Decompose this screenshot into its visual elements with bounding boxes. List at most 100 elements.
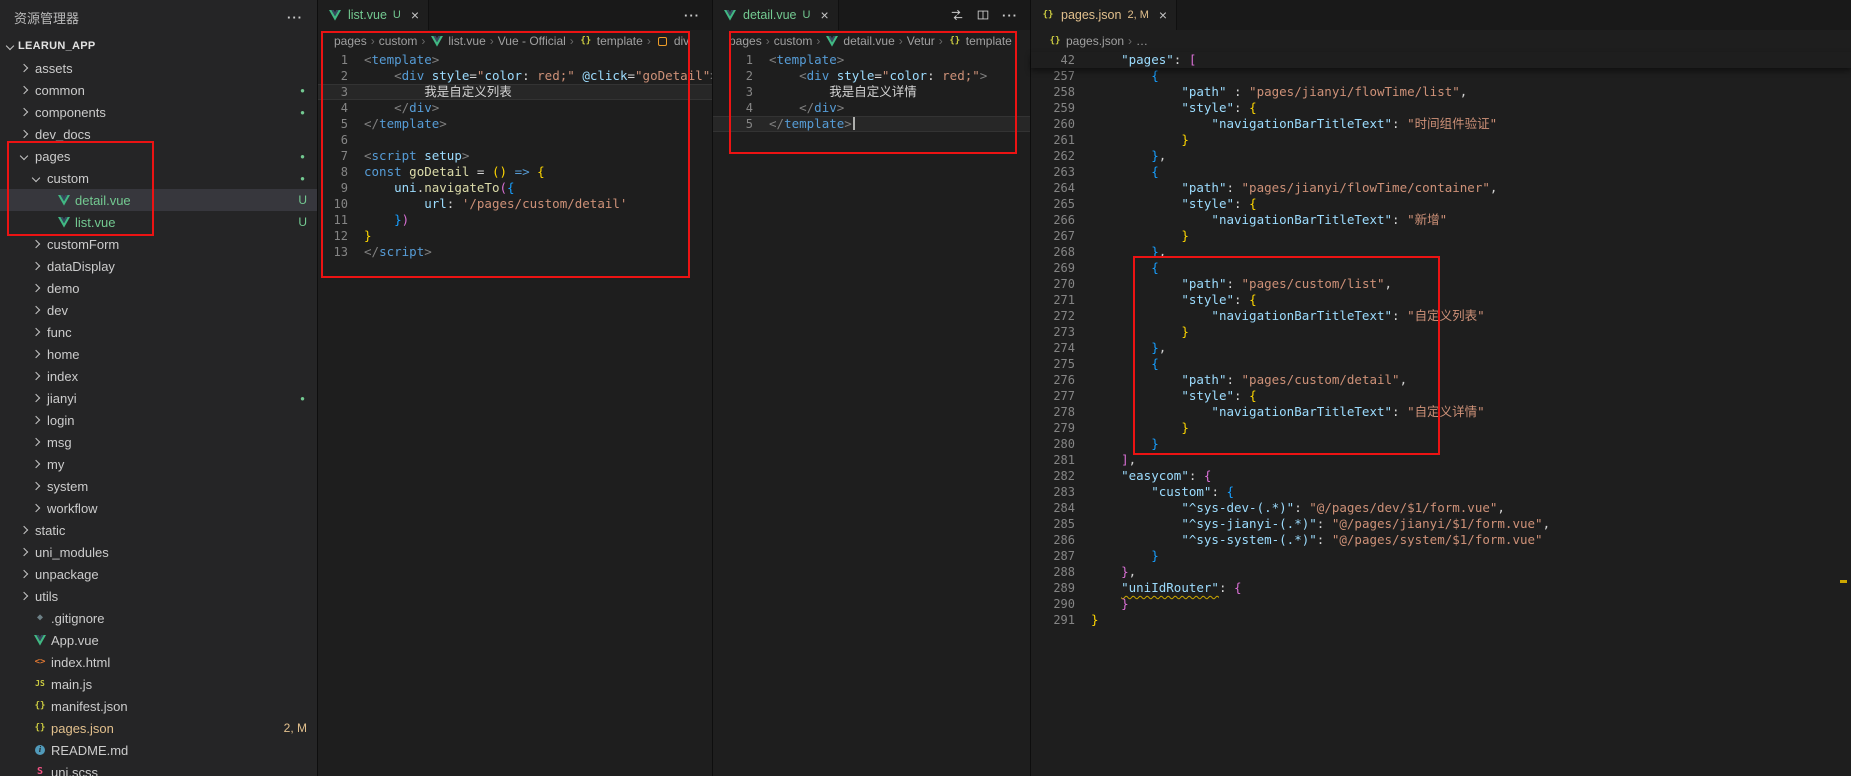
code-line-281[interactable]: 281 ],: [1031, 452, 1851, 468]
code-line-6[interactable]: 6: [318, 132, 712, 148]
code-line-261[interactable]: 261 }: [1031, 132, 1851, 148]
sticky-scroll-line[interactable]: 42 "pages": [: [1031, 52, 1851, 68]
code-line-3[interactable]: 3 我是自定义列表: [318, 84, 712, 100]
code-line-273[interactable]: 273 }: [1031, 324, 1851, 340]
tree-file-main.js[interactable]: JSmain.js: [0, 673, 317, 695]
tree-file-index.html[interactable]: <>index.html: [0, 651, 317, 673]
code-line-259[interactable]: 259 "style": {: [1031, 100, 1851, 116]
more-icon[interactable]: ···: [1002, 9, 1018, 22]
code-line-288[interactable]: 288 },: [1031, 564, 1851, 580]
code-line-283[interactable]: 283 "custom": {: [1031, 484, 1851, 500]
code-line-8[interactable]: 8const goDetail = () => {: [318, 164, 712, 180]
code-line-9[interactable]: 9 uni.navigateTo({: [318, 180, 712, 196]
tree-file-README.md[interactable]: iREADME.md: [0, 739, 317, 761]
code-line-278[interactable]: 278 "navigationBarTitleText": "自定义详情": [1031, 404, 1851, 420]
code-line-262[interactable]: 262 },: [1031, 148, 1851, 164]
tree-file-pages.json[interactable]: {}pages.json2, M: [0, 717, 317, 739]
tree-folder-custom[interactable]: custom●: [0, 167, 317, 189]
code-line-11[interactable]: 11 }): [318, 212, 712, 228]
breadcrumb-item[interactable]: custom: [379, 34, 418, 48]
code-line-265[interactable]: 265 "style": {: [1031, 196, 1851, 212]
code-line-257[interactable]: 257 {: [1031, 68, 1851, 84]
tree-folder-home[interactable]: home: [0, 343, 317, 365]
code-line-277[interactable]: 277 "style": {: [1031, 388, 1851, 404]
breadcrumb-item[interactable]: div: [655, 34, 689, 48]
code-line-4[interactable]: 4 </div>: [713, 100, 1030, 116]
code-line-2[interactable]: 2 <div style="color: red;" @click="goDet…: [318, 68, 712, 84]
close-icon[interactable]: ×: [820, 8, 828, 22]
code-line-276[interactable]: 276 "path": "pages/custom/detail",: [1031, 372, 1851, 388]
breadcrumb-item[interactable]: list.vue: [429, 34, 485, 48]
code-line-13[interactable]: 13</script>: [318, 244, 712, 260]
tree-folder-msg[interactable]: msg: [0, 431, 317, 453]
tree-file-.gitignore[interactable]: ◆.gitignore: [0, 607, 317, 629]
code-line-267[interactable]: 267 }: [1031, 228, 1851, 244]
tree-file-manifest.json[interactable]: {}manifest.json: [0, 695, 317, 717]
code-line-271[interactable]: 271 "style": {: [1031, 292, 1851, 308]
tree-folder-pages[interactable]: pages●: [0, 145, 317, 167]
tree-folder-demo[interactable]: demo: [0, 277, 317, 299]
code-line-7[interactable]: 7<script setup>: [318, 148, 712, 164]
code-area-1[interactable]: 1<template>2 <div style="color: red;" @c…: [318, 52, 712, 260]
breadcrumb-item[interactable]: Vue - Official: [498, 34, 566, 48]
tree-folder-my[interactable]: my: [0, 453, 317, 475]
more-icon[interactable]: ···: [684, 9, 700, 22]
tree-file-list.vue[interactable]: list.vueU: [0, 211, 317, 233]
code-line-279[interactable]: 279 }: [1031, 420, 1851, 436]
close-icon[interactable]: ×: [1159, 8, 1167, 22]
code-line-290[interactable]: 290 }: [1031, 596, 1851, 612]
tree-folder-dev_docs[interactable]: dev_docs: [0, 123, 317, 145]
tree-folder-jianyi[interactable]: jianyi●: [0, 387, 317, 409]
tree-folder-dev[interactable]: dev: [0, 299, 317, 321]
code-line-10[interactable]: 10 url: '/pages/custom/detail': [318, 196, 712, 212]
code-line-5[interactable]: 5</template>: [713, 116, 1030, 132]
code-line-3[interactable]: 3 我是自定义详情: [713, 84, 1030, 100]
tree-file-uni.scss[interactable]: Suni.scss: [0, 761, 317, 776]
code-line-260[interactable]: 260 "navigationBarTitleText": "时间组件验证": [1031, 116, 1851, 132]
code-line-12[interactable]: 12}: [318, 228, 712, 244]
tree-folder-components[interactable]: components●: [0, 101, 317, 123]
code-line-274[interactable]: 274 },: [1031, 340, 1851, 356]
code-line-264[interactable]: 264 "path": "pages/jianyi/flowTime/conta…: [1031, 180, 1851, 196]
tab-list.vue[interactable]: list.vueU×: [318, 0, 429, 30]
tree-folder-func[interactable]: func: [0, 321, 317, 343]
tree-folder-system[interactable]: system: [0, 475, 317, 497]
breadcrumb-item[interactable]: detail.vue: [824, 34, 894, 48]
code-line-284[interactable]: 284 "^sys-dev-(.*)": "@/pages/dev/$1/for…: [1031, 500, 1851, 516]
split-icon[interactable]: [976, 8, 990, 22]
code-line-270[interactable]: 270 "path": "pages/custom/list",: [1031, 276, 1851, 292]
project-root-row[interactable]: LEARUN_APP: [0, 35, 317, 57]
tree-file-detail.vue[interactable]: detail.vueU: [0, 189, 317, 211]
code-line-263[interactable]: 263 {: [1031, 164, 1851, 180]
code-line-258[interactable]: 258 "path" : "pages/jianyi/flowTime/list…: [1031, 84, 1851, 100]
tree-folder-workflow[interactable]: workflow: [0, 497, 317, 519]
breadcrumb-item[interactable]: pages: [729, 34, 762, 48]
code-line-286[interactable]: 286 "^sys-system-(.*)": "@/pages/system/…: [1031, 532, 1851, 548]
code-line-1[interactable]: 1<template>: [713, 52, 1030, 68]
compare-icon[interactable]: [950, 8, 964, 22]
code-line-287[interactable]: 287 }: [1031, 548, 1851, 564]
tree-file-App.vue[interactable]: App.vue: [0, 629, 317, 651]
more-actions-icon[interactable]: ···: [287, 11, 303, 24]
code-line-289[interactable]: 289 "uniIdRouter": {: [1031, 580, 1851, 596]
breadcrumb-item[interactable]: custom: [774, 34, 813, 48]
code-line-4[interactable]: 4 </div>: [318, 100, 712, 116]
tree-folder-index[interactable]: index: [0, 365, 317, 387]
breadcrumb-item[interactable]: pages: [334, 34, 367, 48]
breadcrumb-item[interactable]: {}pages.json: [1047, 34, 1124, 48]
code-line-268[interactable]: 268 },: [1031, 244, 1851, 260]
code-line-5[interactable]: 5</template>: [318, 116, 712, 132]
tree-folder-customForm[interactable]: customForm: [0, 233, 317, 255]
code-line-1[interactable]: 1<template>: [318, 52, 712, 68]
code-line-282[interactable]: 282 "easycom": {: [1031, 468, 1851, 484]
tab-pages.json[interactable]: {}pages.json2, M×: [1031, 0, 1177, 30]
tree-folder-assets[interactable]: assets: [0, 57, 317, 79]
tree-folder-utils[interactable]: utils: [0, 585, 317, 607]
breadcrumb-item[interactable]: Vetur: [907, 34, 935, 48]
code-line-266[interactable]: 266 "navigationBarTitleText": "新增": [1031, 212, 1851, 228]
tree-folder-uni_modules[interactable]: uni_modules: [0, 541, 317, 563]
code-line-285[interactable]: 285 "^sys-jianyi-(.*)": "@/pages/jianyi/…: [1031, 516, 1851, 532]
breadcrumb-item[interactable]: {}template: [947, 34, 1012, 48]
code-line-2[interactable]: 2 <div style="color: red;">: [713, 68, 1030, 84]
code-area-3[interactable]: 42 "pages": [257 {258 "path" : "pages/ji…: [1031, 52, 1851, 628]
